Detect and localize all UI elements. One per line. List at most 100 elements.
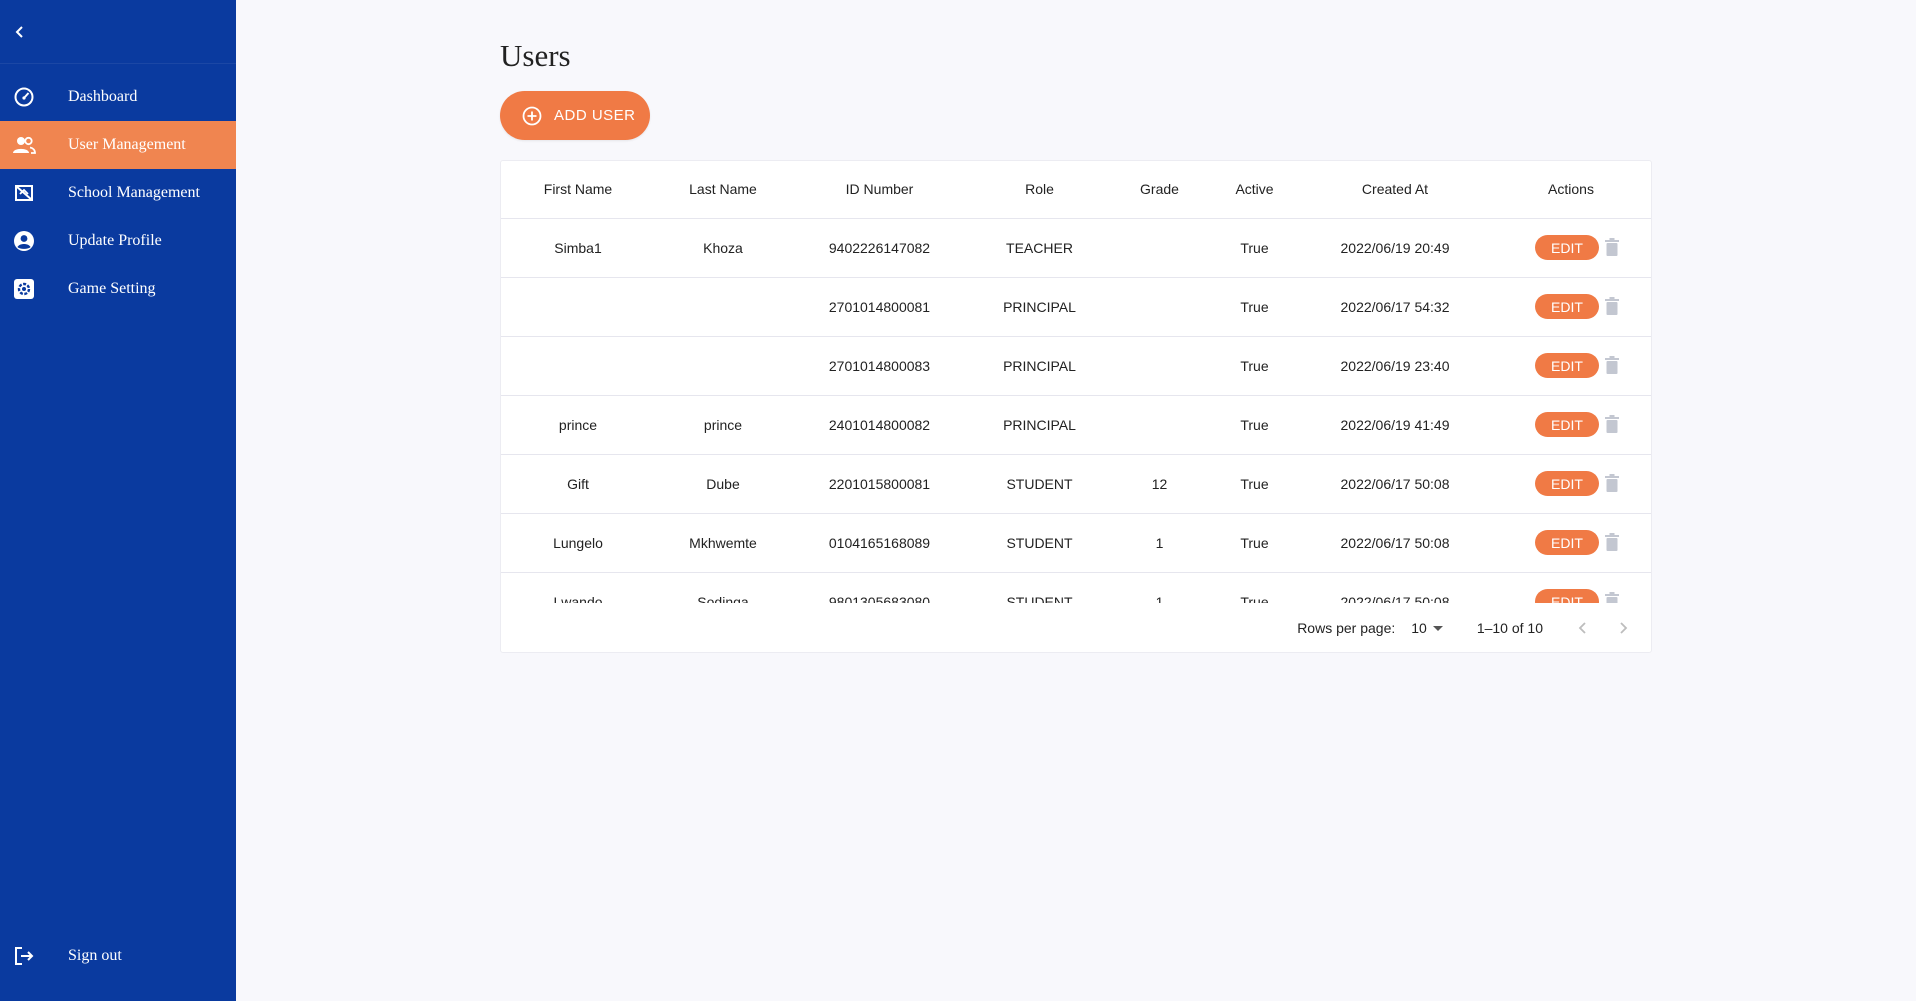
logout-icon — [12, 944, 36, 968]
last-name-cell: Sodinga — [655, 572, 791, 603]
edit-button[interactable]: EDIT — [1535, 530, 1599, 555]
collapse-sidebar-button[interactable] — [8, 16, 32, 48]
sidebar: Dashboard User Management School Managem… — [0, 0, 236, 1001]
edit-button[interactable]: EDIT — [1535, 589, 1599, 603]
actions-cell: EDIT — [1489, 572, 1651, 603]
first-name-cell: prince — [501, 395, 655, 455]
created-at-cell: 2022/06/19 20:49 — [1301, 218, 1489, 278]
sidebar-item-user-management[interactable]: User Management — [0, 121, 236, 169]
add-user-button[interactable]: ADD USER — [500, 91, 650, 140]
actions-cell: EDIT — [1489, 218, 1651, 278]
role-cell: STUDENT — [968, 513, 1111, 573]
edit-button[interactable]: EDIT — [1535, 412, 1599, 437]
row-actions: EDIT — [1489, 589, 1651, 603]
created-at-cell: 2022/06/17 50:08 — [1301, 572, 1489, 603]
sidebar-item-label: Dashboard — [68, 88, 138, 105]
created-at-cell: 2022/06/17 54:32 — [1301, 277, 1489, 337]
active-cell: True — [1208, 218, 1301, 278]
id-number-cell: 2401014800082 — [791, 395, 968, 455]
edit-button[interactable]: EDIT — [1535, 471, 1599, 496]
first-name-cell: Lwando — [501, 572, 655, 603]
grade-cell: 1 — [1111, 572, 1208, 603]
sidebar-item-label: Game Setting — [68, 280, 156, 297]
table-row: 2701014800081 PRINCIPAL True 2022/06/17 54:… — [501, 277, 1651, 337]
table-row: Lwando Sodinga 9801305683080 STUDENT 1 True 20… — [501, 572, 1651, 603]
table-pagination: Rows per page: 10 1–10 of 10 — [501, 603, 1651, 653]
rows-per-page-value: 10 — [1411, 620, 1427, 636]
id-number-cell: 0104165168089 — [791, 513, 968, 573]
column-header-role[interactable]: Role — [968, 161, 1111, 219]
first-name-cell — [501, 336, 655, 396]
last-name-cell: Dube — [655, 454, 791, 514]
role-cell: PRINCIPAL — [968, 395, 1111, 455]
delete-icon[interactable] — [1605, 591, 1623, 603]
delete-icon[interactable] — [1605, 355, 1623, 376]
users-table-scroll[interactable]: First Name Last Name ID Number Role Grad… — [501, 161, 1651, 603]
created-at-cell: 2022/06/19 41:49 — [1301, 395, 1489, 455]
first-name-cell: Simba1 — [501, 218, 655, 278]
rows-per-page-select[interactable]: 10 — [1411, 620, 1443, 636]
sidebar-item-school-management[interactable]: School Management — [0, 169, 236, 217]
row-actions: EDIT — [1489, 530, 1651, 555]
next-page-button[interactable] — [1611, 616, 1635, 640]
users-table-card: First Name Last Name ID Number Role Grad… — [500, 160, 1652, 653]
delete-icon[interactable] — [1605, 532, 1623, 553]
sidebar-signout: Sign out — [0, 932, 236, 980]
sidebar-divider — [0, 63, 236, 64]
table-body: Simba1 Khoza 9402226147082 TEACHER True 2022/… — [501, 218, 1651, 603]
row-actions: EDIT — [1489, 471, 1651, 496]
id-number-cell: 2701014800081 — [791, 277, 968, 337]
column-header-id-number[interactable]: ID Number — [791, 161, 968, 219]
school-icon — [12, 181, 36, 205]
delete-icon[interactable] — [1605, 237, 1623, 258]
active-cell: True — [1208, 277, 1301, 337]
column-header-first-name[interactable]: First Name — [501, 161, 655, 219]
column-header-created-at[interactable]: Created At — [1301, 161, 1489, 219]
first-name-cell: Lungelo — [501, 513, 655, 573]
role-cell: TEACHER — [968, 218, 1111, 278]
created-at-cell: 2022/06/19 23:40 — [1301, 336, 1489, 396]
active-cell: True — [1208, 454, 1301, 514]
role-cell: PRINCIPAL — [968, 277, 1111, 337]
id-number-cell: 9402226147082 — [791, 218, 968, 278]
table-row: Gift Dube 2201015800081 STUDENT 12 True 2022/0… — [501, 454, 1651, 514]
actions-cell: EDIT — [1489, 277, 1651, 337]
column-header-grade[interactable]: Grade — [1111, 161, 1208, 219]
signout-button[interactable]: Sign out — [0, 932, 236, 980]
last-name-cell: Khoza — [655, 218, 791, 278]
delete-icon[interactable] — [1605, 473, 1623, 494]
first-name-cell: Gift — [501, 454, 655, 514]
grade-cell — [1111, 336, 1208, 396]
row-actions: EDIT — [1489, 235, 1651, 260]
add-circle-icon — [522, 106, 542, 125]
sidebar-item-label: School Management — [68, 184, 200, 201]
rows-per-page-label: Rows per page: — [1297, 620, 1396, 636]
grade-cell — [1111, 277, 1208, 337]
actions-cell: EDIT — [1489, 395, 1651, 455]
previous-page-button[interactable] — [1571, 616, 1595, 640]
row-actions: EDIT — [1489, 353, 1651, 378]
edit-button[interactable]: EDIT — [1535, 294, 1599, 319]
edit-button[interactable]: EDIT — [1535, 353, 1599, 378]
role-cell: PRINCIPAL — [968, 336, 1111, 396]
table-row: prince prince 2401014800082 PRINCIPAL True 20… — [501, 395, 1651, 455]
page-title: Users — [500, 38, 571, 73]
role-cell: STUDENT — [968, 572, 1111, 603]
table-header-row: First Name Last Name ID Number Role Grad… — [501, 161, 1651, 219]
sidebar-item-dashboard[interactable]: Dashboard — [0, 73, 236, 121]
add-user-label: ADD USER — [554, 107, 636, 124]
edit-button[interactable]: EDIT — [1535, 235, 1599, 260]
active-cell: True — [1208, 572, 1301, 603]
column-header-last-name[interactable]: Last Name — [655, 161, 791, 219]
account-circle-icon — [12, 229, 36, 253]
pagination-range: 1–10 of 10 — [1476, 620, 1543, 636]
delete-icon[interactable] — [1605, 414, 1623, 435]
sidebar-nav: Dashboard User Management School Managem… — [0, 73, 236, 313]
column-header-active[interactable]: Active — [1208, 161, 1301, 219]
delete-icon[interactable] — [1605, 296, 1623, 317]
users-table: First Name Last Name ID Number Role Grad… — [501, 161, 1651, 603]
sidebar-item-label: Update Profile — [68, 232, 162, 249]
sidebar-item-update-profile[interactable]: Update Profile — [0, 217, 236, 265]
row-actions: EDIT — [1489, 294, 1651, 319]
sidebar-item-game-setting[interactable]: Game Setting — [0, 265, 236, 313]
